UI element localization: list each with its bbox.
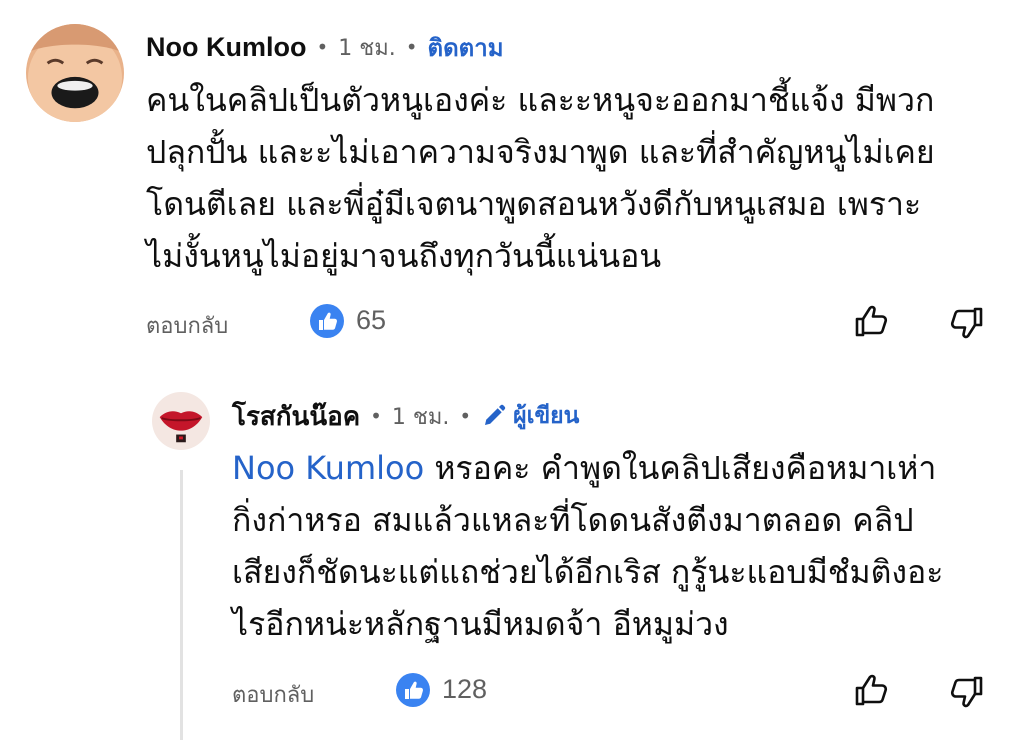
comment-text-line: โดนตีเลย และพี่อู๋มีเจตนาพูดสอนหวังดีกับ… (146, 185, 922, 223)
comment-author[interactable]: Noo Kumloo (146, 32, 306, 63)
reply-text: Noo Kumloo หรอคะ คำพูดในคลิปเสียงคือหมาเ… (232, 442, 1012, 650)
comment-text: คนในคลิปเป็นตัวหนูเองค่ะ และะหนูจะออกมาช… (146, 74, 1006, 282)
pen-icon (485, 404, 506, 425)
comment-text-line: ไม่งั้นหนูไม่อยู่มาจนถึงทุกวันนี้แน่นอน (146, 237, 662, 275)
avatar-red-lips-icon (152, 392, 210, 450)
separator-dot: • (405, 35, 418, 59)
like-badge-icon (396, 673, 430, 707)
reply-text-line: Noo Kumloo หรอคะ คำพูดในคลิปเสียงคือหมาเ… (232, 442, 1012, 494)
mention-link[interactable]: Noo Kumloo (232, 449, 424, 487)
reply-author[interactable]: โรสกันน๊อค (232, 396, 360, 437)
reply-button[interactable]: ตอบกลับ (146, 308, 228, 343)
reply-text-line: ไรอีกหน่ะหลักฐานมีหมดจ้า อีหมูม่วง (232, 605, 729, 643)
comment-text-line: คนในคลิปเป็นตัวหนูเองค่ะ และะหนูจะออกมาช… (146, 81, 935, 119)
like-count: 128 (442, 674, 488, 704)
separator-dot: • (370, 404, 382, 428)
creator-label: ผู้เขียน (513, 403, 580, 429)
reply-thread-line (180, 470, 183, 740)
like-count: 65 (356, 305, 387, 335)
separator-dot: • (316, 35, 329, 59)
follow-button[interactable]: ติดตาม (428, 28, 504, 67)
avatar-laughing-face-icon (26, 24, 124, 122)
reply-header: โรสกันน๊อค • 1 ชม. • ผู้เขียน (232, 396, 579, 436)
reply-text-line: เสียงก็ชัดนะแต่แถช่วยได้อีกเริส กูรู้นะแ… (232, 553, 944, 591)
comment-header: Noo Kumloo • 1 ชม. • ติดตาม (146, 28, 504, 66)
creator-badge: ผู้เขียน (481, 398, 579, 434)
comment-text-line: ปลุกปั้น และะไม่เอาความจริงมาพูด และที่ส… (146, 133, 935, 171)
reply-time: 1 ชม. (391, 404, 450, 430)
reply-text-line: กิ่งก่าหรอ สมแล้วแหละที่โดดนสังตีงมาตลอด… (232, 501, 914, 539)
thumbs-down-icon[interactable] (946, 303, 986, 343)
reply-text-first-rest: หรอคะ คำพูดในคลิปเสียงคือหมาเห่า (424, 449, 937, 487)
reply-button[interactable]: ตอบกลับ (232, 677, 314, 712)
thumbs-up-icon[interactable] (852, 670, 892, 710)
reply-avatar[interactable] (152, 392, 210, 450)
thumbs-down-icon[interactable] (946, 672, 986, 712)
thumbs-up-icon[interactable] (852, 301, 892, 341)
commenter-avatar[interactable] (26, 24, 124, 122)
like-badge-icon (310, 304, 344, 338)
comment-time: 1 ชม. (338, 35, 396, 61)
separator-dot: • (459, 404, 472, 428)
